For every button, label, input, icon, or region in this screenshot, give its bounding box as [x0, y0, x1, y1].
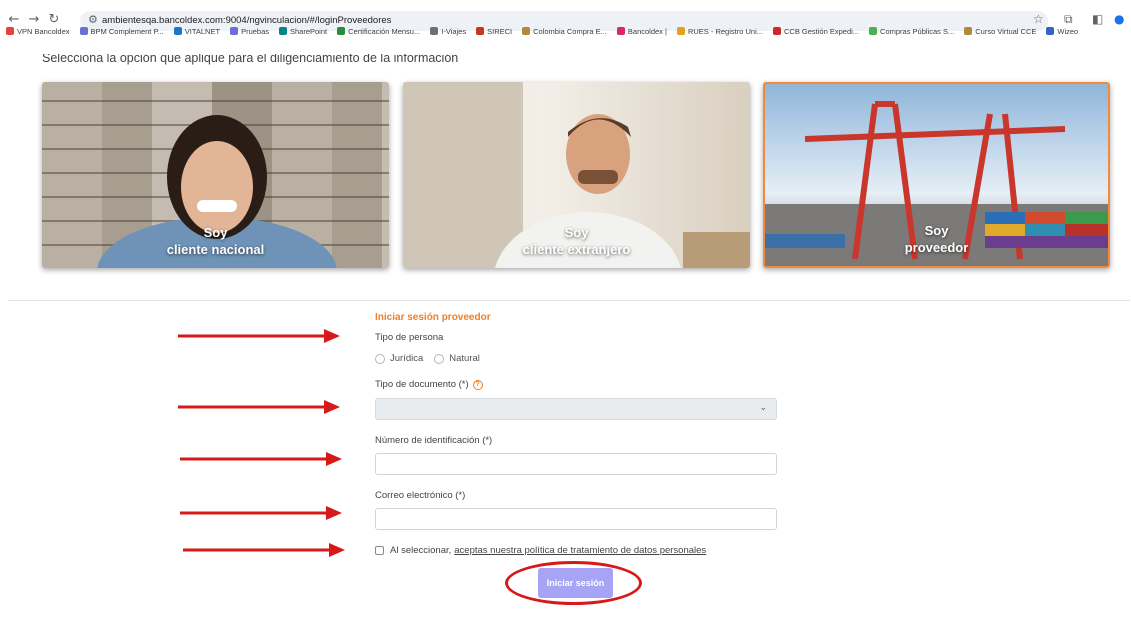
card-cliente-extranjero[interactable]: Soy cliente extranjero	[403, 82, 750, 268]
bookmark-label: Wizeo	[1057, 26, 1079, 36]
annotation-arrow	[178, 329, 340, 343]
bookmark-label: CCB Gestión Expedi...	[784, 26, 860, 36]
bookmark-label: I-Viajes	[441, 26, 467, 36]
annotation-arrow	[178, 400, 340, 414]
bookmark-favicon-icon	[476, 27, 485, 35]
card-label: Soy proveedor	[904, 223, 969, 255]
annotation-arrow	[180, 506, 342, 520]
annotation-arrow	[183, 543, 345, 557]
card-label: Soy cliente extranjero	[522, 225, 631, 257]
section-divider	[8, 300, 1130, 301]
bookmark-favicon-icon	[337, 27, 346, 35]
radio-natural-label: Natural	[449, 353, 480, 364]
bookmark-label: BPM Complement P...	[90, 26, 164, 36]
bookmark-favicon-icon	[869, 27, 878, 35]
radio-natural[interactable]	[434, 353, 445, 364]
bookmark-favicon-icon	[6, 27, 14, 35]
bookmark-label: VPN Bancoldex	[17, 26, 70, 36]
bookmark-item[interactable]: Bancoldex |	[616, 26, 667, 36]
page-intro: Selecciona la opción que aplique para el…	[42, 54, 459, 65]
bookmark-label: VITALNET	[184, 26, 221, 36]
bookmark-item[interactable]: VITALNET	[173, 26, 221, 36]
email-label: Correo electrónico (*)	[375, 490, 466, 501]
card-cliente-nacional[interactable]: Soy cliente nacional	[42, 82, 389, 268]
annotation-arrow	[180, 452, 342, 466]
chevron-down-icon: ⌄	[759, 403, 767, 413]
bookmark-item[interactable]: BPM Complement P...	[79, 26, 164, 36]
bookmark-item[interactable]: Curso Virtual CCE	[964, 27, 1036, 36]
bookmark-favicon-icon	[173, 27, 182, 35]
doc-type-select[interactable]: ⌄	[375, 398, 777, 420]
card-label: Soy cliente nacional	[166, 225, 265, 257]
bookmark-item[interactable]: I-Viajes	[430, 27, 466, 36]
bookmark-favicon-icon	[964, 27, 973, 35]
bookmark-label: SharePoint	[290, 26, 328, 36]
id-number-label: Número de identificación (*)	[375, 435, 493, 446]
radio-juridica[interactable]	[375, 353, 385, 364]
bookmark-favicon-icon	[773, 27, 781, 35]
bookmark-label: Pruebas	[241, 26, 269, 36]
bookmark-favicon-icon	[79, 27, 88, 35]
bookmark-label: RUES - Registro Uni...	[687, 26, 763, 36]
bookmark-item[interactable]: RUES - Registro Uni...	[676, 26, 763, 36]
consent-row: Al seleccionar, aceptas nuestra política…	[375, 545, 706, 556]
help-icon[interactable]: ?	[472, 380, 483, 390]
privacy-policy-link[interactable]: aceptas nuestra política de tratamiento …	[454, 545, 706, 556]
bookmark-item[interactable]: Wizeo	[1046, 27, 1078, 36]
bookmark-favicon-icon	[522, 27, 531, 35]
bookmark-label: Colombia Compra E...	[533, 26, 607, 36]
bookmark-favicon-icon	[1046, 27, 1055, 35]
doc-type-label: Tipo de documento (*)?	[375, 379, 483, 390]
bookmark-item[interactable]: Compras Públicas S...	[869, 27, 954, 36]
radio-juridica-label: Jurídica	[390, 353, 424, 364]
bookmarks-bar: VPN Bancoldex BPM Complement P... VITALNET…	[0, 22, 1131, 40]
bookmark-item[interactable]: SIRECI	[476, 27, 512, 36]
consent-text: Al seleccionar,	[390, 545, 452, 556]
bookmark-label: Curso Virtual CCE	[975, 26, 1037, 36]
person-type-label: Tipo de persona	[375, 332, 444, 343]
bookmark-favicon-icon	[279, 27, 287, 35]
bookmark-favicon-icon	[616, 27, 625, 35]
bookmark-item[interactable]: CCB Gestión Expedi...	[773, 27, 859, 36]
consent-checkbox[interactable]	[375, 546, 384, 555]
person-type-group: Jurídica Natural	[375, 353, 480, 364]
bookmark-favicon-icon	[676, 27, 685, 35]
bookmark-item[interactable]: SharePoint	[279, 27, 327, 36]
bookmark-item[interactable]: VPN Bancoldex	[6, 27, 70, 36]
annotation-ellipse	[505, 561, 642, 605]
bookmark-label: Certificación Mensu...	[348, 26, 421, 36]
form-title: Iniciar sesión proveedor	[375, 312, 491, 323]
bookmark-item[interactable]: Certificación Mensu...	[337, 27, 420, 36]
id-number-input[interactable]	[375, 453, 777, 475]
bookmark-favicon-icon	[230, 27, 239, 35]
bookmark-label: Bancoldex |	[627, 26, 667, 36]
bookmark-item[interactable]: Colombia Compra E...	[522, 27, 607, 36]
email-input[interactable]	[375, 508, 777, 530]
bookmark-favicon-icon	[430, 27, 439, 35]
bookmark-label: Compras Públicas S...	[880, 26, 955, 36]
bookmark-item[interactable]: Pruebas	[230, 27, 269, 36]
bookmark-label: SIRECI	[487, 26, 513, 36]
card-proveedor[interactable]: Soy proveedor	[763, 82, 1110, 268]
